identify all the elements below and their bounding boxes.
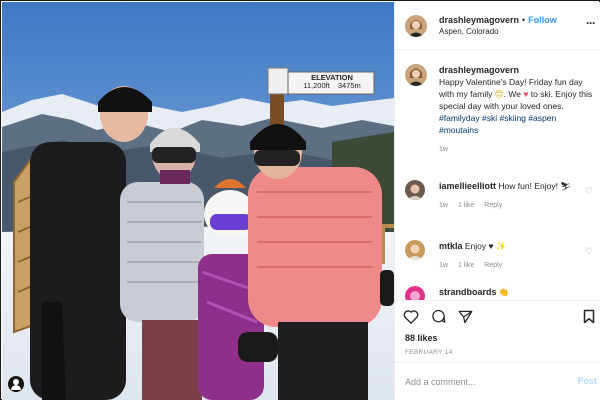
- comment-text: 👏: [498, 287, 510, 297]
- comment-likes[interactable]: 1 like: [458, 260, 474, 272]
- header-username[interactable]: drashleymagovern: [439, 14, 519, 26]
- ski-family-photo: [2, 2, 394, 400]
- caption-text: Happy Valentine's Day! Friday fun day wi…: [439, 77, 592, 111]
- elevation-sign: ELEVATION 11,200ft 3475m: [290, 74, 374, 90]
- caption-text-part2: . We: [503, 89, 521, 99]
- sign-meters: 3475m: [337, 81, 361, 90]
- comment-item: mtkla Enjoy ♥ ✨ 1w 1 like Reply ♡: [405, 240, 599, 272]
- caption: drashleymagovern Happy Valentine's Day! …: [405, 64, 595, 156]
- comment-text: Enjoy ♥ ✨: [464, 241, 507, 251]
- post-photo[interactable]: ELEVATION 11,200ft 3475m: [2, 2, 394, 400]
- comment-time: 1w: [439, 202, 448, 209]
- avatar[interactable]: [405, 64, 427, 86]
- caption-hashtags[interactable]: #familyday #ski #skiing #aspen #moutains: [439, 112, 595, 136]
- comment-likes[interactable]: 1 like: [458, 200, 474, 212]
- add-comment-bar: Post: [395, 362, 600, 400]
- comment-text: How fun! Enjoy! ⛷: [498, 181, 572, 191]
- user-tag-icon[interactable]: [8, 376, 24, 392]
- comment-username[interactable]: iamellieelliott: [439, 181, 496, 191]
- instagram-post-window: ELEVATION 11,200ft 3475m drashleymagover…: [0, 0, 600, 400]
- avatar[interactable]: [405, 14, 427, 37]
- reply-button[interactable]: Reply: [484, 260, 502, 272]
- reply-button[interactable]: Reply: [484, 200, 502, 212]
- sign-feet: 11,200ft: [303, 81, 330, 90]
- comment-input[interactable]: [405, 376, 565, 387]
- post-actions: 88 likes FEBRUARY 14: [395, 300, 600, 362]
- post-button[interactable]: Post: [577, 376, 597, 386]
- more-horizontal-icon[interactable]: ···: [586, 16, 596, 30]
- bookmark-icon[interactable]: [583, 309, 595, 326]
- comment-username[interactable]: strandboards: [439, 287, 497, 297]
- post-header: drashleymagovern • Follow Aspen, Colorad…: [395, 2, 600, 50]
- comment-username[interactable]: mtkla: [439, 241, 463, 251]
- location-link[interactable]: Aspen, Colorado: [439, 26, 557, 38]
- likes-count[interactable]: 88 likes: [405, 333, 438, 343]
- header-separator: •: [522, 14, 526, 25]
- comment-item: iamellieelliott How fun! Enjoy! ⛷ 1w 1 l…: [405, 180, 599, 212]
- post-date: FEBRUARY 14: [405, 349, 453, 356]
- smile-emoji: 😊: [494, 89, 504, 99]
- heart-icon[interactable]: [403, 309, 419, 324]
- follow-button[interactable]: Follow: [528, 14, 557, 26]
- caption-time: 1w: [439, 146, 448, 153]
- avatar[interactable]: [405, 240, 425, 260]
- comment-item: strandboards 👏: [405, 286, 599, 300]
- comment-icon[interactable]: [431, 309, 446, 324]
- comments-section: drashleymagovern Happy Valentine's Day! …: [395, 50, 600, 300]
- avatar[interactable]: [405, 286, 425, 300]
- heart-emoji: ♥: [523, 89, 529, 99]
- share-icon[interactable]: [458, 310, 473, 324]
- comment-time: 1w: [439, 262, 448, 269]
- avatar[interactable]: [405, 180, 425, 200]
- heart-outline-icon[interactable]: ♡: [585, 186, 593, 197]
- heart-outline-icon[interactable]: ♡: [585, 246, 593, 257]
- post-side-panel: drashleymagovern • Follow Aspen, Colorad…: [394, 2, 600, 400]
- caption-username[interactable]: drashleymagovern: [439, 64, 595, 76]
